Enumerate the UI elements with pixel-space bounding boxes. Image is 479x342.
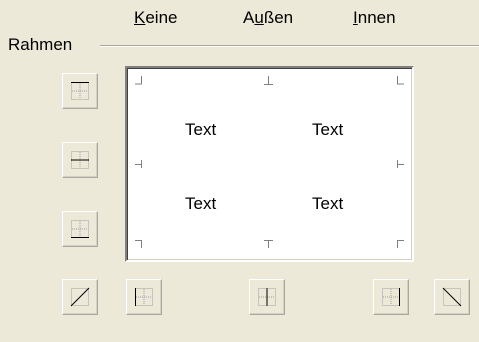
border-diagonal-down-icon (442, 287, 462, 307)
preset-none-accelerator: K (134, 8, 146, 27)
preview-text-bottom-right: Text (312, 194, 344, 213)
preset-none-rest: eine (145, 8, 178, 27)
border-preview[interactable]: Text Text Text Text (125, 66, 414, 262)
border-vertical-middle-icon (258, 288, 276, 306)
preview-text-bottom-left: Text (185, 194, 217, 213)
border-bottom-icon (71, 220, 89, 238)
border-settings-panel: Keine Außen Innen Rahmen Text Text Text … (0, 0, 479, 342)
preset-inner-label[interactable]: Innen (353, 8, 396, 28)
group-divider (100, 45, 479, 47)
border-diagonal-down-button[interactable] (434, 279, 470, 315)
preview-text-top-right: Text (312, 120, 344, 139)
border-diagonal-up-button[interactable] (62, 279, 98, 315)
border-left-icon (135, 288, 153, 306)
preset-outer-accelerator: u (254, 8, 264, 27)
border-top-icon (71, 82, 89, 100)
preview-text-top-left: Text (185, 120, 217, 139)
border-horizontal-middle-icon (71, 151, 89, 169)
preset-outer-label[interactable]: Außen (243, 8, 293, 28)
border-vertical-middle-button[interactable] (249, 279, 285, 315)
border-group-label: Rahmen (8, 35, 79, 55)
border-bottom-button[interactable] (62, 211, 98, 247)
border-top-button[interactable] (62, 73, 98, 109)
border-right-icon (382, 288, 400, 306)
preset-outer-rest: ßen (263, 8, 294, 27)
preset-none-label[interactable]: Keine (134, 8, 177, 28)
border-left-button[interactable] (126, 279, 162, 315)
preset-inner-rest: nnen (357, 8, 396, 27)
border-right-button[interactable] (373, 279, 409, 315)
border-diagonal-up-icon (70, 287, 90, 307)
preset-outer-pre: A (243, 8, 255, 27)
preview-guide-marks (135, 76, 404, 248)
border-horizontal-middle-button[interactable] (62, 142, 98, 178)
